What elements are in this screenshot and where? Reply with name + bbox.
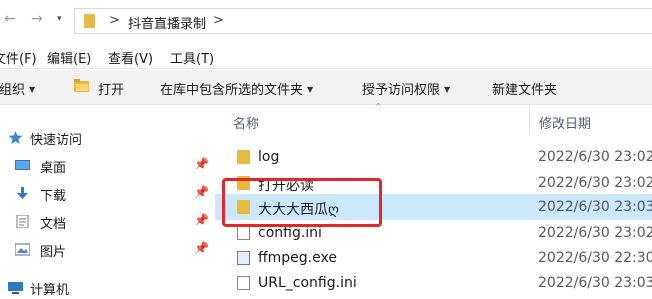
settings-file-icon: [237, 276, 250, 290]
settings-file-icon: [237, 226, 250, 240]
menu-file[interactable]: 文件(F): [0, 48, 37, 67]
executable-icon: [237, 251, 250, 265]
file-date: 2022/6/30 23:02: [538, 175, 652, 191]
arrow-left-icon[interactable]: ←: [4, 11, 16, 27]
file-name: log: [258, 149, 280, 165]
column-name[interactable]: 名称: [233, 113, 259, 132]
file-date: 2022/6/30 23:02: [538, 149, 652, 165]
file-date: 2022/6/30 23:02: [538, 225, 652, 241]
address-box[interactable]: > 抖音直播录制 >: [74, 8, 652, 34]
nav-label: 计算机: [30, 283, 70, 298]
nav-label: 下载: [40, 189, 67, 204]
nav-item-documents[interactable]: 文档 📌: [0, 211, 215, 233]
file-row[interactable]: log 2022/6/30 23:02: [215, 144, 652, 170]
breadcrumb-separator[interactable]: >: [213, 13, 224, 28]
grant-access-button[interactable]: 授予访问权限 ▼: [362, 79, 450, 98]
chevron-down-icon[interactable]: ▾: [57, 14, 62, 24]
picture-icon: [15, 243, 30, 256]
chevron-down-icon: ▼: [29, 85, 36, 94]
column-header: ^ 名称 修改日期: [215, 102, 652, 135]
nav-label: 文档: [40, 217, 67, 232]
new-folder-button[interactable]: 新建文件夹: [492, 79, 557, 98]
include-library-button[interactable]: 在库中包含所选的文件夹 ▼: [160, 79, 313, 98]
breadcrumb-item[interactable]: 抖音直播录制: [128, 13, 206, 32]
grant-access-label: 授予访问权限: [362, 83, 441, 98]
folder-icon: [237, 150, 250, 164]
organize-button[interactable]: 组织 ▼: [0, 79, 35, 98]
nav-item-computer[interactable]: 计算机: [0, 277, 215, 299]
menu-edit[interactable]: 编辑(E): [47, 48, 91, 67]
nav-label: 桌面: [40, 161, 67, 176]
column-divider[interactable]: [529, 105, 530, 135]
column-modified[interactable]: 修改日期: [539, 113, 591, 132]
toolbar: 组织 ▼ 打开 在库中包含所选的文件夹 ▼ 授予访问权限 ▼ 新建文件夹: [0, 70, 652, 105]
file-date: 2022/6/30 23:03: [538, 199, 652, 215]
file-date: 2022/6/30 22:30: [538, 250, 652, 266]
pin-icon[interactable]: 📌: [194, 241, 209, 255]
document-icon: [16, 215, 29, 228]
nav-label: 快速访问: [30, 133, 83, 148]
file-row[interactable]: ffmpeg.exe 2022/6/30 22:30: [215, 245, 652, 271]
nav-label: 图片: [40, 245, 67, 260]
file-row[interactable]: URL_config.ini 2022/6/30 23:03: [215, 270, 652, 296]
include-library-label: 在库中包含所选的文件夹: [160, 83, 304, 98]
open-folder-icon: [74, 79, 89, 92]
folder-icon: [84, 14, 95, 28]
arrow-right-icon[interactable]: →: [31, 11, 43, 27]
menu-tools[interactable]: 工具(T): [170, 48, 214, 67]
pin-icon[interactable]: 📌: [194, 157, 209, 171]
nav-item-pictures[interactable]: 图片 📌: [0, 239, 215, 261]
nav-item-downloads[interactable]: 下载 📌: [0, 183, 215, 205]
file-name: ffmpeg.exe: [258, 250, 337, 266]
open-button[interactable]: 打开: [98, 79, 124, 98]
pin-icon[interactable]: 📌: [194, 185, 209, 199]
breadcrumb-separator[interactable]: >: [109, 13, 120, 28]
organize-label: 组织: [0, 83, 26, 98]
address-bar-row: ← → ▾ > 抖音直播录制 >: [0, 0, 652, 42]
pin-icon[interactable]: 📌: [194, 213, 209, 227]
computer-icon: [8, 282, 23, 294]
sort-ascending-icon: ^: [375, 102, 382, 111]
nav-item-quick-access[interactable]: 快速访问: [0, 127, 215, 149]
download-icon: [17, 187, 28, 199]
file-name: URL_config.ini: [258, 275, 357, 291]
desktop-icon: [15, 160, 30, 170]
menu-view[interactable]: 查看(V): [108, 48, 153, 67]
nav-item-desktop[interactable]: 桌面 📌: [0, 155, 215, 177]
navigation-pane: 快速访问 桌面 📌 下载 📌 文档 📌 图片 📌 计算机: [0, 105, 215, 298]
menu-bar: 文件(F) 编辑(E) 查看(V) 工具(T): [0, 44, 652, 69]
chevron-down-icon: ▼: [307, 85, 314, 94]
star-icon: [8, 131, 23, 144]
file-date: 2022/6/30 23:03: [538, 275, 652, 291]
chevron-down-icon: ▼: [444, 85, 451, 94]
file-name: config.ini: [258, 225, 322, 241]
highlight-annotation: [222, 178, 382, 227]
